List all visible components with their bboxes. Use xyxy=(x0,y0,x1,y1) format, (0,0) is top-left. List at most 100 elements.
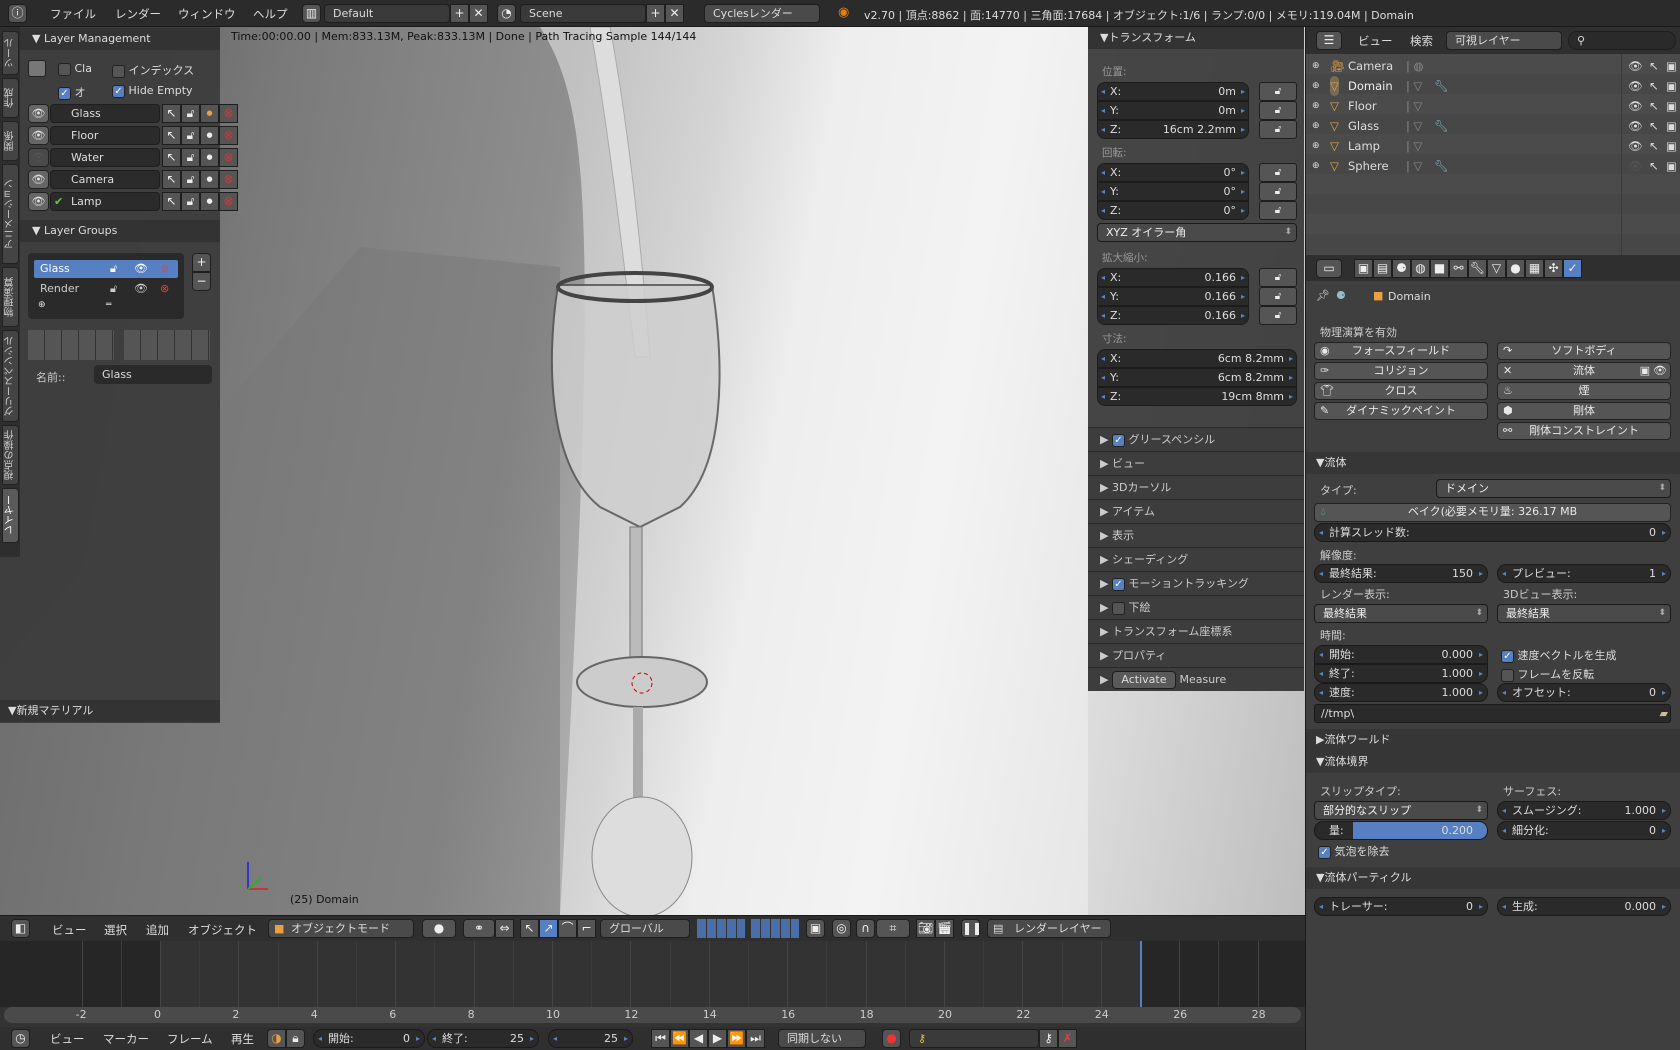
rotation-y-lock-icon[interactable]: 🔓︎ xyxy=(1259,182,1297,201)
outliner-item[interactable]: ⊕ ▽ Sphere | ▽ 🔧︎ 👁︎ ↖ ▣ xyxy=(1306,156,1680,176)
location-y-lock-icon[interactable]: 🔓︎ xyxy=(1259,101,1297,120)
location-y-field[interactable]: Y: 0m xyxy=(1097,101,1249,120)
time-start-field[interactable]: 開始: 0.000 xyxy=(1314,645,1488,664)
scene-tab-icon[interactable]: ⚈ xyxy=(1392,259,1411,278)
o-checkbox[interactable]: ✓ xyxy=(58,86,71,100)
eye-icon[interactable]: 👁︎ xyxy=(134,260,148,278)
lock-layers-icon[interactable]: ▣ xyxy=(806,919,825,938)
tool-tab-2[interactable]: 関係 xyxy=(2,121,19,161)
location-x-lock-icon[interactable]: 🔓︎ xyxy=(1259,82,1297,101)
remove-air-checkbox[interactable]: ✓ xyxy=(1318,845,1331,859)
dot-icon[interactable]: ● xyxy=(200,192,219,211)
lock-icon[interactable]: 🔓︎ xyxy=(110,280,117,298)
scale-x-field[interactable]: X: 0.166 xyxy=(1097,268,1249,287)
layer-name[interactable]: Floor xyxy=(50,126,160,145)
render-icon[interactable]: ⊗ xyxy=(219,104,238,123)
layer-name[interactable]: Camera xyxy=(50,170,160,189)
panel-header[interactable]: ▶ ✓ モーショントラッキング xyxy=(1088,571,1304,595)
visibility-eye-icon[interactable]: 👁︎ xyxy=(1628,96,1643,116)
eye-icon[interactable]: 👁︎ xyxy=(1653,363,1667,379)
layer-grid-left[interactable] xyxy=(28,330,114,360)
scene-icon[interactable]: ◔ xyxy=(497,4,516,23)
selectable-arrow-icon[interactable]: ↖ xyxy=(1649,96,1659,116)
panel-checkbox[interactable]: ✓ xyxy=(1111,433,1125,447)
option-o[interactable]: ✓ オ xyxy=(58,84,86,100)
manipulator-icon[interactable]: ⇔ xyxy=(495,919,514,938)
render-layer-selector[interactable]: ▤ レンダーレイヤー xyxy=(987,919,1111,938)
hide-empty-checkbox[interactable]: ✓ xyxy=(112,84,125,98)
visibility-eye-icon[interactable]: 👁︎ xyxy=(1628,156,1643,176)
tracer-field[interactable]: トレーサー: 0 xyxy=(1314,897,1488,916)
search-input[interactable]: ⚲ xyxy=(1568,31,1676,50)
jump-start-icon[interactable]: ⏮ xyxy=(651,1029,670,1048)
layer-groups-header[interactable]: ▼ Layer Groups xyxy=(20,220,220,242)
reverse-frames-option[interactable]: フレームを反転 xyxy=(1501,666,1594,682)
render-camera-icon[interactable]: ▣ xyxy=(1666,136,1677,156)
scale-x-lock-icon[interactable]: 🔓︎ xyxy=(1259,268,1297,287)
opengl-render-icon[interactable]: 📷︎ xyxy=(916,919,935,938)
rotation-mode-dropdown[interactable]: XYZ オイラー角 xyxy=(1097,223,1297,242)
view-display-dropdown[interactable]: 最終結果 xyxy=(1497,604,1671,623)
current-frame-indicator[interactable] xyxy=(1140,941,1142,1007)
menu-view[interactable]: ビュー xyxy=(52,922,87,938)
fluid-type-dropdown[interactable]: ドメイン xyxy=(1436,479,1671,498)
editor-type-icon[interactable]: ◧ xyxy=(11,919,30,938)
group-item-render[interactable]: Render 🔓︎ 👁︎ ⊗ xyxy=(34,280,178,298)
preview-range-icon[interactable]: ◑ xyxy=(267,1029,286,1048)
rotation-x-field[interactable]: X: 0° xyxy=(1097,163,1249,182)
object-name[interactable]: Domain xyxy=(1348,76,1393,96)
menu-playback[interactable]: 再生 xyxy=(231,1031,254,1047)
group-item-glass[interactable]: Glass 🔓︎ 👁︎ ⊗ xyxy=(34,260,178,278)
layer-name[interactable]: ✔ Lamp xyxy=(50,192,160,211)
physics-button-right-3[interactable]: ⬢ 剛体 xyxy=(1497,402,1671,420)
eye-icon[interactable]: 👁︎ xyxy=(28,126,49,145)
amount-slider[interactable]: 量: 0.200 xyxy=(1314,821,1488,840)
physics-button-right-4[interactable]: ⚯ 剛体コンストレイント xyxy=(1497,422,1671,440)
scale-y-field[interactable]: Y: 0.166 xyxy=(1097,287,1249,306)
outliner-item[interactable]: ⊕ ▽ Lamp | ▽ 👁︎ ↖ ▣ xyxy=(1306,136,1680,156)
lock-icon[interactable]: 🔓︎ xyxy=(181,104,200,123)
dimensions-z-field[interactable]: Z: 19cm 8mm xyxy=(1097,387,1297,406)
menu-window[interactable]: ウィンドウ xyxy=(178,6,236,22)
menu-render[interactable]: レンダー xyxy=(115,6,161,22)
lock-icon[interactable]: 🔓︎ xyxy=(181,126,200,145)
select-icon[interactable]: ↖ xyxy=(162,192,181,211)
lock-range-icon[interactable]: 🔒︎ xyxy=(286,1029,305,1048)
group-name-input[interactable]: Glass xyxy=(94,365,212,384)
render-engine-selector[interactable]: Cyclesレンダー xyxy=(704,4,820,23)
selectable-arrow-icon[interactable]: ↖ xyxy=(1649,76,1659,96)
menu-help[interactable]: ヘルプ xyxy=(253,6,288,22)
physics-button-right-0[interactable]: ↷ ソフトボディ xyxy=(1497,342,1671,360)
particles-tab-icon[interactable]: ✣ xyxy=(1544,259,1563,278)
remove-air-option[interactable]: ✓ 気泡を除去 xyxy=(1318,843,1390,859)
play-icon[interactable]: ▶ xyxy=(708,1029,727,1048)
layer-row[interactable]: 👁︎ Water ↖ 🔓︎ ● ⊗ xyxy=(28,148,238,168)
render-icon[interactable]: ⊗ xyxy=(160,260,169,278)
expand-icon[interactable]: ⊕ xyxy=(1312,156,1320,176)
scale-y-lock-icon[interactable]: 🔓︎ xyxy=(1259,287,1297,306)
next-keyframe-icon[interactable]: ⏩ xyxy=(727,1029,746,1048)
offset-field[interactable]: オフセット: 0 xyxy=(1497,683,1671,702)
tool-tab-1[interactable]: 作成 xyxy=(2,78,19,118)
proportional-edit-icon[interactable]: ◎ xyxy=(832,919,851,938)
location-z-lock-icon[interactable]: 🔓︎ xyxy=(1259,120,1297,139)
eye-icon[interactable]: 👁︎ xyxy=(134,280,148,298)
panel-header[interactable]: ▶ ✓ グリースペンシル xyxy=(1088,427,1304,451)
object-name[interactable]: Sphere xyxy=(1348,156,1389,176)
slip-type-dropdown[interactable]: 部分的なスリップ xyxy=(1314,801,1488,820)
orientation-selector[interactable]: グローバル xyxy=(600,919,690,938)
gen-speed-vectors-option[interactable]: ✓ 速度ベクトルを生成 xyxy=(1501,647,1617,663)
folder-icon[interactable]: ▰ xyxy=(1660,705,1668,722)
selectable-arrow-icon[interactable]: ↖ xyxy=(1649,116,1659,136)
translate-icon[interactable]: ↖ xyxy=(520,919,539,938)
selectable-arrow-icon[interactable]: ↖ xyxy=(1649,136,1659,156)
layout-icon[interactable]: ▥ xyxy=(302,4,321,23)
panel-header[interactable]: ▶ 3Dカーソル xyxy=(1088,475,1304,499)
insert-keyframe-icon[interactable]: ⚷ xyxy=(1039,1029,1058,1048)
delete-keyframe-icon[interactable]: ✗ xyxy=(1058,1029,1077,1048)
pivot-icon[interactable]: ⚭ xyxy=(463,919,495,938)
render-icon[interactable]: ⊗ xyxy=(219,126,238,145)
panel-header[interactable]: ▶ 表示 xyxy=(1088,523,1304,547)
render-icon[interactable]: ⊗ xyxy=(160,280,169,298)
resize-handle-icon[interactable]: ═ xyxy=(106,300,111,310)
